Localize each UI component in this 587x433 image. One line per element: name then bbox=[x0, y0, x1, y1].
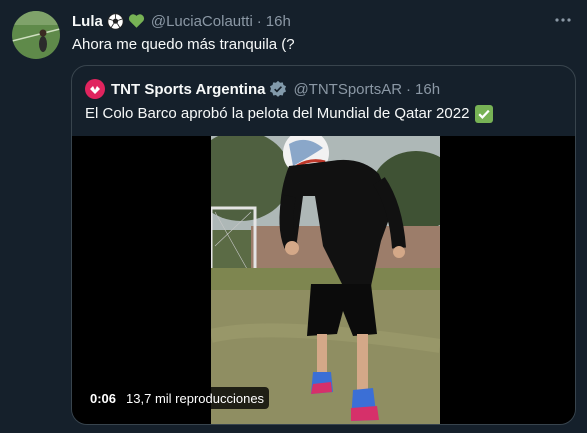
quoted-timestamp[interactable]: 16h bbox=[415, 81, 440, 98]
green-heart-icon bbox=[128, 13, 145, 29]
tnt-sports-logo-icon bbox=[85, 79, 105, 99]
tweet-header: Lula @LuciaColautti · 16h bbox=[72, 11, 291, 31]
more-options-icon[interactable] bbox=[553, 10, 573, 30]
separator-dot: · bbox=[406, 80, 412, 98]
display-name[interactable]: Lula bbox=[72, 13, 103, 30]
check-mark-icon bbox=[475, 105, 494, 123]
quoted-tweet-text: El Colo Barco aprobó la pelota del Mundi… bbox=[85, 104, 494, 124]
timestamp[interactable]: 16h bbox=[266, 13, 291, 30]
quoted-tweet-header: TNT Sports Argentina @TNTSportsAR · 16h bbox=[85, 79, 440, 99]
avatar[interactable] bbox=[12, 11, 60, 59]
separator-dot: · bbox=[256, 12, 262, 30]
soccer-ball-icon bbox=[107, 12, 124, 30]
verified-badge-icon bbox=[269, 80, 287, 98]
quoted-display-name[interactable]: TNT Sports Argentina bbox=[111, 81, 265, 98]
view-count: 13,7 mil reproducciones bbox=[126, 390, 265, 406]
video-frame[interactable] bbox=[211, 136, 440, 424]
video-player[interactable]: 0:06 13,7 mil reproducciones bbox=[72, 136, 575, 424]
quoted-user-handle[interactable]: @TNTSportsAR bbox=[293, 81, 402, 98]
video-duration: 0:06 bbox=[90, 390, 117, 406]
tweet[interactable]: Lula @LuciaColautti · 16h Ahora me quedo… bbox=[0, 0, 587, 433]
video-stats-badge: 0:06 13,7 mil reproducciones bbox=[85, 387, 270, 409]
user-handle[interactable]: @LuciaColautti bbox=[151, 13, 253, 30]
quoted-tweet[interactable]: TNT Sports Argentina @TNTSportsAR · 16h … bbox=[71, 65, 576, 425]
tweet-text: Ahora me quedo más tranquila (? bbox=[72, 36, 295, 53]
avatar-image bbox=[12, 11, 60, 59]
quoted-tweet-text-content: El Colo Barco aprobó la pelota del Mundi… bbox=[85, 105, 470, 122]
video-thumbnail bbox=[211, 136, 440, 424]
